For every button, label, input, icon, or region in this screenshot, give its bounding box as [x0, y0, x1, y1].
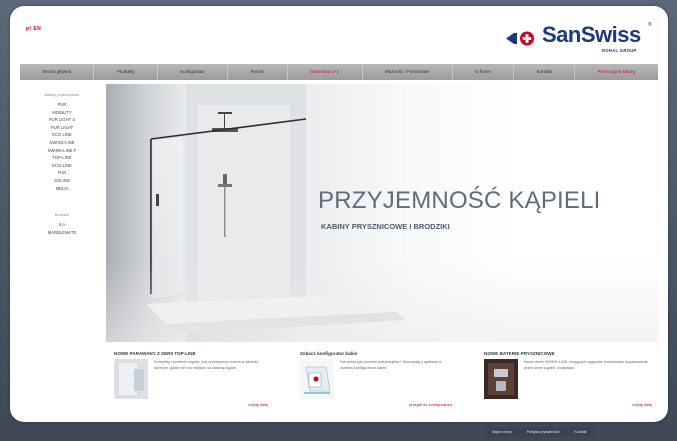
- nav-item-1[interactable]: Strona główna: [20, 64, 95, 80]
- shower-panel-thumbnail[interactable]: [114, 359, 148, 399]
- promo-top-line: NOWE PARAWANY Z SERII TOP-LINE Komplety …: [114, 351, 268, 421]
- hero-subtitle: KABINY PRYSZNICOWE I BRODZIKI: [321, 222, 450, 231]
- sanswiss-logo[interactable]: SanSwiss ® RONAL GROUP: [498, 16, 658, 56]
- sidebar-item-cabin-3[interactable]: PUR LIGHT S: [20, 116, 104, 124]
- promo-title[interactable]: NOWE PARAWANY Z SERII TOP-LINE: [114, 351, 268, 356]
- promo-shower-mixers: NOWE BATERIE PRYSZNICOWE Nowe drzwi SWIN…: [484, 351, 652, 421]
- sidebar-item-cabin-2[interactable]: MOBILITY: [20, 109, 104, 117]
- sidebar-item-cabin-4[interactable]: PUR LIGHT: [20, 124, 104, 132]
- nav-item-7[interactable]: O firmie: [453, 64, 515, 80]
- footer-link-1[interactable]: Mapa strony: [485, 427, 519, 437]
- page-container: pl EN SanSwiss ® RONAL GROUP Strona głów…: [10, 6, 668, 422]
- nav-item-5[interactable]: Download 2+1: [288, 64, 363, 80]
- main-navigation: Strona główna Produkty Konfigurator Pomoc Do…: [20, 64, 658, 80]
- shower-mixer-thumbnail[interactable]: [484, 359, 518, 399]
- sidebar-item-cabin-12[interactable]: MELIA: [20, 185, 104, 193]
- go-to-configurator-link[interactable]: przejdź do konfiguratora: [409, 402, 452, 407]
- logo-subtitle: RONAL GROUP: [602, 48, 637, 53]
- promo-configurator: Zobacz konfigurator kabin Nie wiesz jaki…: [300, 351, 452, 421]
- footer-links: Mapa strony Polityka prywatności Kontakt: [484, 427, 594, 437]
- sidebar-item-cabin-8[interactable]: TOP-LINE: [20, 154, 104, 162]
- sidebar-list-trays: ILA MARBLEMATE: [20, 221, 104, 236]
- hero-title: PRZYJEMNOŚĆ KĄPIELI: [318, 187, 601, 214]
- sidebar-item-cabin-9[interactable]: ECO-LINE: [20, 162, 104, 170]
- promo-title[interactable]: Zobacz konfigurator kabin: [300, 351, 452, 356]
- promo-title[interactable]: NOWE BATERIE PRYSZNICOWE: [484, 351, 652, 356]
- sidebar-item-cabin-6[interactable]: SWING-LINE: [20, 139, 104, 147]
- nav-item-8[interactable]: Kontakt: [514, 64, 576, 80]
- promo-text: Komplety i komfortu kąpieli, jest przest…: [154, 360, 258, 371]
- nav-item-9[interactable]: Promocyjne kabiny: [575, 64, 658, 80]
- read-more-link[interactable]: czytaj dalej: [248, 402, 268, 407]
- sidebar-list-cabins: PUR MOBILITY PUR LIGHT S PUR LIGHT ECO LINE S…: [20, 101, 104, 192]
- sidebar-item-cabin-5[interactable]: ECO LINE: [20, 131, 104, 139]
- read-more-link[interactable]: czytaj dalej: [632, 402, 652, 407]
- logo-mark-icon: [506, 31, 534, 46]
- sidebar: kabiny prysznicowe PUR MOBILITY PUR LIGHT …: [20, 86, 104, 346]
- sidebar-item-cabin-7[interactable]: SWING-LINE F: [20, 147, 104, 155]
- footer-link-3[interactable]: Kontakt: [567, 427, 594, 437]
- sidebar-heading-cabins: kabiny prysznicowe: [44, 92, 80, 97]
- sidebar-heading-trays: Brodziki: [54, 212, 70, 218]
- footer-link-2[interactable]: Polityka prywatności: [519, 427, 567, 437]
- logo-registered-mark: ®: [648, 22, 652, 28]
- nav-item-4[interactable]: Pomoc: [228, 64, 288, 80]
- sidebar-item-tray-2[interactable]: MARBLEMATE: [20, 229, 104, 237]
- sidebar-item-cabin-10[interactable]: FUN: [20, 169, 104, 177]
- hero-banner[interactable]: PRZYJEMNOŚĆ KĄPIELI KABINY PRYSZNICOWE I…: [106, 84, 658, 342]
- configurator-thumbnail[interactable]: [300, 359, 334, 399]
- sidebar-item-cabin-1[interactable]: PUR: [20, 101, 104, 109]
- language-switcher[interactable]: pl EN: [26, 26, 41, 32]
- promo-text: Nie wiesz jaki produkt potrzebujesz? Sko…: [340, 360, 442, 371]
- nav-item-3[interactable]: Konfigurator: [158, 64, 229, 80]
- sidebar-item-tray-1[interactable]: ILA: [20, 221, 104, 229]
- promo-text: Nowe drzwi SWING-LINE, mogących wygodne …: [524, 360, 648, 371]
- nav-item-2[interactable]: Produkty: [94, 64, 158, 80]
- nav-item-6[interactable]: Ważność / Pomiarowe: [363, 64, 453, 80]
- logo-wordmark: SanSwiss: [542, 22, 641, 47]
- sidebar-item-cabin-11[interactable]: SOLINO: [20, 177, 104, 185]
